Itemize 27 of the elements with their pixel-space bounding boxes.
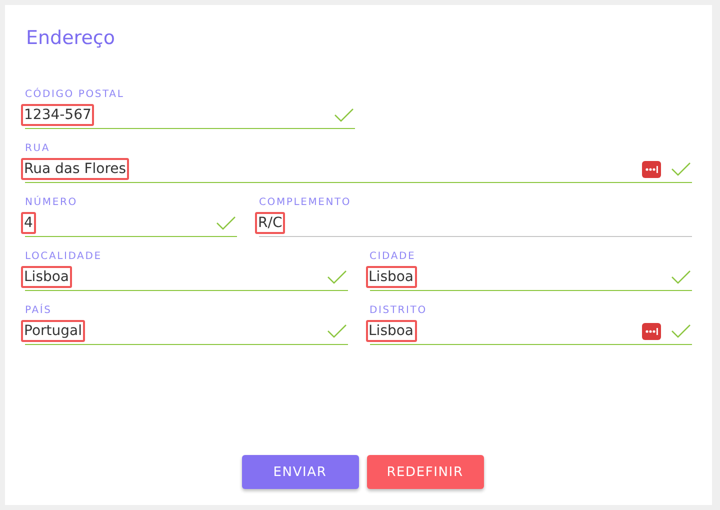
check-icon — [326, 270, 346, 284]
password-manager-icon[interactable] — [642, 160, 661, 178]
text-input[interactable]: R/C — [255, 212, 286, 234]
text-input[interactable]: Portugal — [21, 320, 85, 342]
text-input[interactable]: 1234-567 — [21, 104, 94, 126]
field-label: PAÍS — [25, 305, 52, 316]
text-input[interactable]: 4 — [21, 212, 36, 234]
check-icon — [334, 108, 354, 122]
field-label: COMPLEMENTO — [259, 197, 352, 208]
field-label: RUA — [25, 143, 50, 154]
field-label: DISTRITO — [370, 305, 427, 316]
field-label: NÚMERO — [25, 197, 78, 208]
text-input[interactable]: Lisboa — [366, 320, 417, 342]
field-label: CIDADE — [370, 251, 416, 262]
field-label: LOCALIDADE — [25, 251, 102, 262]
text-input[interactable]: Lisboa — [366, 266, 417, 288]
check-icon — [671, 270, 691, 284]
password-manager-icon[interactable] — [642, 322, 661, 340]
check-icon — [326, 324, 346, 338]
check-icon — [671, 162, 691, 176]
check-icon — [216, 216, 236, 230]
form-title: Endereço — [26, 27, 116, 49]
check-icon — [671, 324, 691, 338]
submit-button[interactable]: ENVIAR — [242, 455, 358, 489]
text-input[interactable]: Lisboa — [21, 266, 72, 288]
field-label: CÓDIGO POSTAL — [25, 89, 124, 100]
text-input[interactable]: Rua das Flores — [21, 158, 130, 180]
